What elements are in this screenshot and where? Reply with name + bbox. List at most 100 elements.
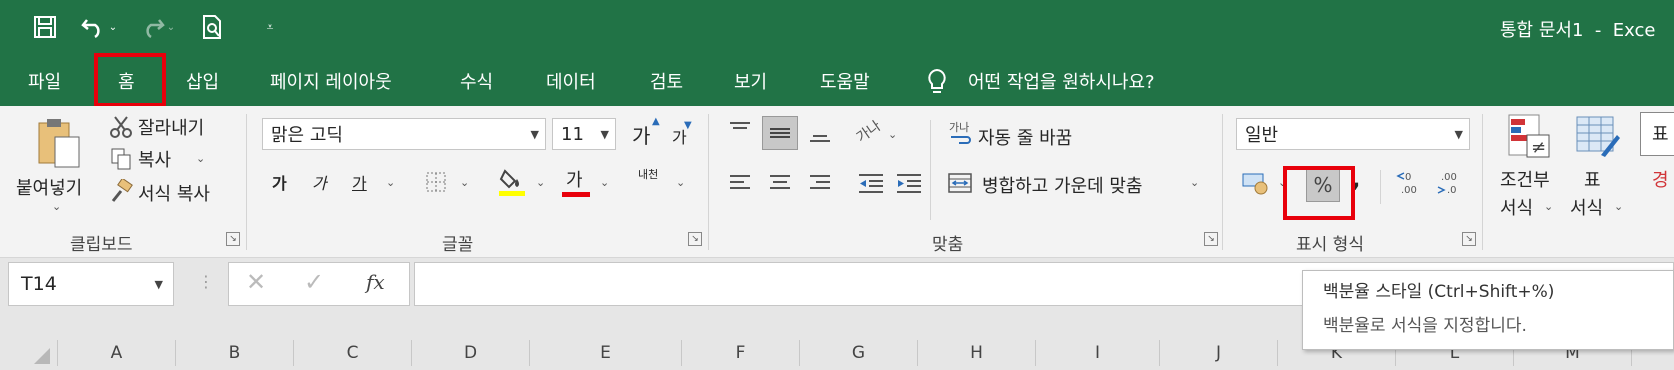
tab-data[interactable]: 데이터 (546, 56, 596, 106)
format-painter-icon (108, 178, 134, 204)
font-size-combo[interactable]: 11 ▼ (552, 118, 616, 150)
chevron-down-icon: ▼ (600, 128, 609, 141)
name-box[interactable]: T14 ▼ (8, 262, 174, 306)
decrease-indent-icon[interactable] (856, 170, 886, 196)
name-box-dropdown-icon[interactable]: ▼ (155, 278, 163, 291)
column-header[interactable]: B (176, 340, 294, 366)
align-center-icon[interactable] (766, 170, 794, 196)
number-format-combo[interactable]: 일반 ▼ (1236, 118, 1470, 150)
paste-icon[interactable] (34, 114, 84, 170)
conditional-dropdown-icon[interactable]: ⌄ (1544, 200, 1553, 213)
drag-handle-icon[interactable]: ⋮ (198, 272, 214, 291)
align-top-icon[interactable] (726, 118, 754, 142)
merge-center-icon (946, 170, 974, 196)
column-header[interactable]: E (530, 340, 682, 366)
increase-indent-icon[interactable] (894, 170, 924, 196)
undo-icon[interactable]: ⌄ (76, 12, 122, 42)
paste-dropdown-icon[interactable]: ⌄ (52, 200, 61, 213)
increase-font-size-button[interactable]: 가 (632, 120, 650, 149)
svg-text:.00: .00 (1401, 185, 1417, 196)
increase-decimal-icon[interactable]: 0.00 (1394, 166, 1426, 198)
column-header[interactable]: I (1036, 340, 1160, 366)
font-launcher-icon[interactable]: ↘ (688, 232, 702, 246)
column-header[interactable]: H (918, 340, 1036, 366)
fill-color-icon[interactable] (498, 166, 526, 198)
tooltip-description: 백분율로 서식을 지정합니다. (1323, 316, 1527, 336)
italic-button[interactable]: 가 (312, 170, 327, 194)
redo-icon[interactable]: ⌄ (134, 12, 180, 42)
group-divider (246, 114, 247, 250)
column-header[interactable]: C (294, 340, 412, 366)
underline-button[interactable]: 가 (352, 170, 367, 194)
fill-color-dropdown-icon[interactable]: ⌄ (536, 176, 545, 189)
bold-button[interactable]: 가 (272, 170, 287, 194)
format-as-table-icon[interactable] (1574, 112, 1622, 160)
column-header[interactable]: F (682, 340, 800, 366)
font-color-button[interactable]: 가 (566, 166, 583, 192)
insert-function-icon[interactable]: fx (366, 270, 385, 294)
customize-qat-icon[interactable]: ⩡ (262, 12, 278, 42)
align-left-icon[interactable] (726, 170, 754, 196)
format-as-table-button[interactable]: 표 (1584, 166, 1601, 192)
column-header[interactable]: D (412, 340, 530, 366)
window-title: 통합 문서1 - Exce (1500, 20, 1656, 41)
font-name-combo[interactable]: 맑은 고딕 ▼ (262, 118, 546, 150)
tell-me-search[interactable]: 어떤 작업을 원하시나요? (968, 56, 1155, 106)
paste-button[interactable]: 붙여넣기 (16, 174, 82, 200)
cancel-icon[interactable]: ✕ (246, 268, 266, 296)
cell-styles-preview-2: 경 (1652, 170, 1669, 191)
number-launcher-icon[interactable]: ↘ (1462, 232, 1476, 246)
merge-dropdown-icon[interactable]: ⌄ (1190, 176, 1199, 189)
group-divider (1222, 114, 1223, 250)
align-right-icon[interactable] (806, 170, 834, 196)
format-table-dropdown-icon[interactable]: ⌄ (1614, 200, 1623, 213)
select-all-icon[interactable] (0, 340, 58, 366)
percent-button-highlight (1283, 166, 1355, 220)
column-header[interactable]: A (58, 340, 176, 366)
merge-center-button[interactable]: 병합하고 가운데 맞춤 (982, 172, 1142, 198)
group-label-clipboard: 클립보드 (70, 235, 133, 255)
save-icon[interactable] (32, 12, 58, 42)
phonetic-guide-button[interactable]: 내천 (638, 166, 658, 182)
alignment-launcher-icon[interactable]: ↘ (1204, 232, 1218, 246)
copy-dropdown-icon[interactable]: ⌄ (196, 152, 205, 165)
conditional-formatting-label-2: 서식 (1500, 198, 1534, 219)
decrease-decimal-icon[interactable]: .00.0 (1434, 166, 1466, 198)
tab-formulas[interactable]: 수식 (460, 56, 493, 106)
align-middle-icon[interactable] (762, 116, 798, 150)
print-preview-icon[interactable] (198, 12, 228, 42)
tab-page-layout[interactable]: 페이지 레이아웃 (270, 56, 392, 106)
tab-review[interactable]: 검토 (650, 56, 683, 106)
phonetic-dropdown-icon[interactable]: ⌄ (676, 176, 685, 189)
wrap-text-button[interactable]: 자동 줄 바꿈 (978, 124, 1072, 150)
borders-icon[interactable] (424, 170, 448, 194)
column-header[interactable]: G (800, 340, 918, 366)
group-label-number: 표시 형식 (1296, 235, 1364, 255)
chevron-down-icon: ▼ (1454, 128, 1463, 141)
copy-button[interactable]: 복사 (138, 146, 171, 172)
title-bar: ⌄ ⌄ ⩡ 통합 문서1 - Exce (0, 0, 1674, 56)
align-bottom-icon[interactable] (806, 122, 834, 146)
format-painter-button[interactable]: 서식 복사 (138, 180, 210, 206)
number-inner-divider (1380, 170, 1381, 204)
conditional-formatting-button[interactable]: 조건부 (1500, 166, 1550, 192)
tab-file[interactable]: 파일 (28, 56, 61, 106)
cut-button[interactable]: 잘라내기 (138, 114, 204, 140)
lightbulb-icon (926, 68, 948, 100)
format-as-table-label-2: 서식 (1570, 198, 1604, 219)
tab-insert[interactable]: 삽입 (186, 56, 219, 106)
tab-help[interactable]: 도움말 (820, 56, 870, 106)
scissors-icon (108, 114, 134, 140)
underline-dropdown-icon[interactable]: ⌄ (386, 176, 395, 189)
enter-icon[interactable]: ✓ (304, 268, 324, 296)
font-color-dropdown-icon[interactable]: ⌄ (600, 176, 609, 189)
orientation-icon[interactable]: 가나 (852, 116, 882, 146)
borders-dropdown-icon[interactable]: ⌄ (460, 176, 469, 189)
clipboard-launcher-icon[interactable]: ↘ (226, 232, 240, 246)
font-color-bar (562, 192, 590, 197)
orientation-dropdown-icon[interactable]: ⌄ (888, 128, 897, 141)
column-header[interactable]: J (1160, 340, 1278, 366)
currency-format-icon[interactable] (1240, 168, 1272, 198)
conditional-formatting-icon[interactable]: ≠ (1506, 112, 1554, 160)
tab-view[interactable]: 보기 (734, 56, 767, 106)
